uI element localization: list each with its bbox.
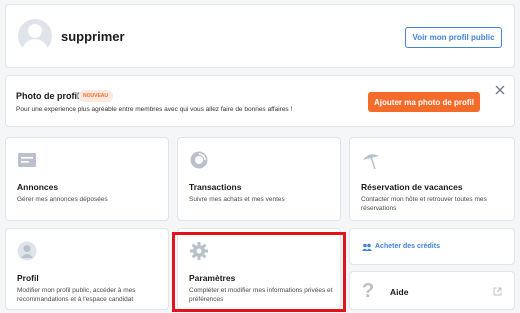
listing-icon bbox=[18, 153, 36, 167]
tile-description: Compléter et modifier mes informations p… bbox=[189, 287, 333, 304]
tile-parametres[interactable]: Paramètres Compléter et modifier mes inf… bbox=[177, 228, 341, 310]
tile-title: Réservation de vacances bbox=[361, 182, 463, 192]
transactions-icon bbox=[190, 151, 208, 169]
buy-credits-card: Acheter des crédits bbox=[349, 228, 515, 265]
banner-text: Pour une experience plus agréable entre … bbox=[16, 106, 293, 113]
profile-photo-banner: Photo de profil NOUVEAU Pour une experie… bbox=[5, 75, 515, 127]
tile-title: Transactions bbox=[189, 182, 242, 192]
gear-icon bbox=[190, 242, 208, 260]
help-card[interactable]: ? Aide bbox=[349, 271, 515, 310]
tile-description: Suivre mes achats et mes ventes bbox=[189, 196, 285, 203]
tile-annonces[interactable]: Annonces Gérer mes annonces déposées bbox=[5, 137, 169, 221]
add-profile-photo-button[interactable]: Ajouter ma photo de profil bbox=[368, 92, 480, 112]
users-icon bbox=[362, 243, 372, 251]
username: supprimer bbox=[61, 29, 125, 44]
new-badge: NOUVEAU bbox=[78, 90, 114, 102]
tile-profil[interactable]: Profil Modifier mon profil public, accéd… bbox=[5, 228, 169, 310]
profile-header: supprimer Voir mon profil public bbox=[5, 4, 515, 68]
close-icon[interactable] bbox=[494, 84, 506, 96]
tile-title: Profil bbox=[17, 273, 39, 283]
tile-vacation-booking[interactable]: Réservation de vacances Contacter mon hô… bbox=[349, 137, 515, 221]
avatar[interactable] bbox=[18, 19, 52, 53]
question-mark-icon: ? bbox=[362, 280, 375, 302]
buy-credits-link[interactable]: Acheter des crédits bbox=[375, 243, 440, 250]
tile-title: Annonces bbox=[17, 182, 59, 192]
view-public-profile-button[interactable]: Voir mon profil public bbox=[405, 27, 502, 48]
help-label: Aide bbox=[390, 287, 409, 297]
tile-description: Contacter mon hôte et retrouver toutes m… bbox=[361, 196, 487, 213]
tile-description: Modifier mon profil public, accéder à me… bbox=[17, 287, 136, 304]
tile-description: Gérer mes annonces déposées bbox=[17, 196, 108, 203]
external-link-icon[interactable] bbox=[493, 287, 502, 296]
beach-umbrella-icon bbox=[363, 154, 379, 170]
tile-transactions[interactable]: Transactions Suivre mes achats et mes ve… bbox=[177, 137, 341, 221]
banner-title: Photo de profil bbox=[16, 91, 80, 101]
user-icon bbox=[17, 241, 37, 261]
tile-title: Paramètres bbox=[189, 273, 236, 283]
